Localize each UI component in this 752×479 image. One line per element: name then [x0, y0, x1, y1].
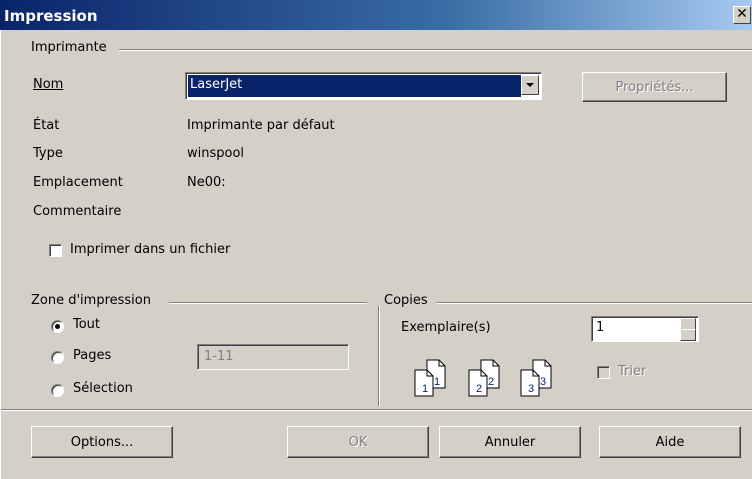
radio-pages-label[interactable]: Pages	[73, 348, 111, 363]
radio-all[interactable]	[51, 320, 64, 333]
ok-button[interactable]: OK	[287, 426, 429, 458]
status-value: Imprimante par défaut	[187, 118, 335, 133]
options-button[interactable]: Options...	[31, 426, 173, 458]
printer-group-label: Imprimante	[31, 40, 107, 55]
chevron-down-icon[interactable]	[521, 75, 539, 95]
cancel-button[interactable]: Annuler	[439, 426, 581, 458]
pages-input[interactable]: 1-11	[197, 344, 349, 370]
print-range-divider	[169, 302, 367, 304]
group-separator	[378, 306, 380, 406]
radio-all-label[interactable]: Tout	[73, 317, 100, 332]
printer-group-divider	[119, 49, 752, 51]
location-label: Emplacement	[33, 175, 123, 190]
close-button[interactable]: ✕	[733, 6, 751, 24]
help-button[interactable]: Aide	[599, 426, 741, 458]
title-bar: Impression ✕	[0, 0, 752, 30]
collate-number: 1	[434, 376, 440, 388]
spin-down-button[interactable]	[680, 329, 696, 341]
close-icon: ✕	[736, 6, 748, 22]
collate-checkbox[interactable]	[597, 366, 610, 379]
footer-divider	[1, 409, 752, 411]
printer-name-label: Nom	[33, 77, 64, 92]
radio-selection-label[interactable]: Sélection	[73, 381, 133, 396]
collate-number: 1	[422, 383, 428, 395]
copies-spinner[interactable]: 1	[591, 316, 699, 342]
window-title: Impression	[4, 7, 98, 25]
collate-number: 2	[488, 376, 494, 388]
collate-pages-icon-2: 2 2	[467, 358, 511, 398]
collate-number: 2	[476, 383, 482, 395]
copies-value: 1	[596, 320, 605, 335]
print-to-file-label[interactable]: Imprimer dans un fichier	[70, 242, 230, 257]
collate-pages-icon-3: 3 3	[519, 358, 563, 398]
type-value: winspool	[187, 146, 245, 161]
collate-number: 3	[528, 383, 534, 395]
print-range-group-label: Zone d'impression	[31, 293, 151, 308]
collate-pages-icon-1: 1 1	[413, 358, 457, 398]
properties-button[interactable]: Propriétés...	[582, 72, 727, 102]
radio-pages[interactable]	[51, 351, 64, 364]
radio-selected-dot	[55, 324, 60, 329]
collate-number: 3	[540, 376, 546, 388]
collate-label[interactable]: Trier	[618, 364, 646, 379]
printer-name-value: LaserJet	[188, 75, 521, 97]
radio-selection[interactable]	[51, 384, 64, 397]
copies-group-label: Copies	[384, 293, 428, 308]
type-label: Type	[33, 146, 63, 161]
copies-divider	[437, 302, 752, 304]
copies-label: Exemplaire(s)	[401, 320, 491, 335]
status-label: État	[33, 118, 60, 133]
comment-label: Commentaire	[33, 204, 122, 219]
print-to-file-checkbox[interactable]	[49, 244, 62, 257]
dialog-body: Imprimante Nom LaserJet Propriétés... Ét…	[0, 30, 752, 479]
options-button-label: Options...	[70, 434, 134, 450]
location-value: Ne00:	[187, 175, 226, 190]
printer-name-combobox[interactable]: LaserJet	[185, 72, 542, 100]
